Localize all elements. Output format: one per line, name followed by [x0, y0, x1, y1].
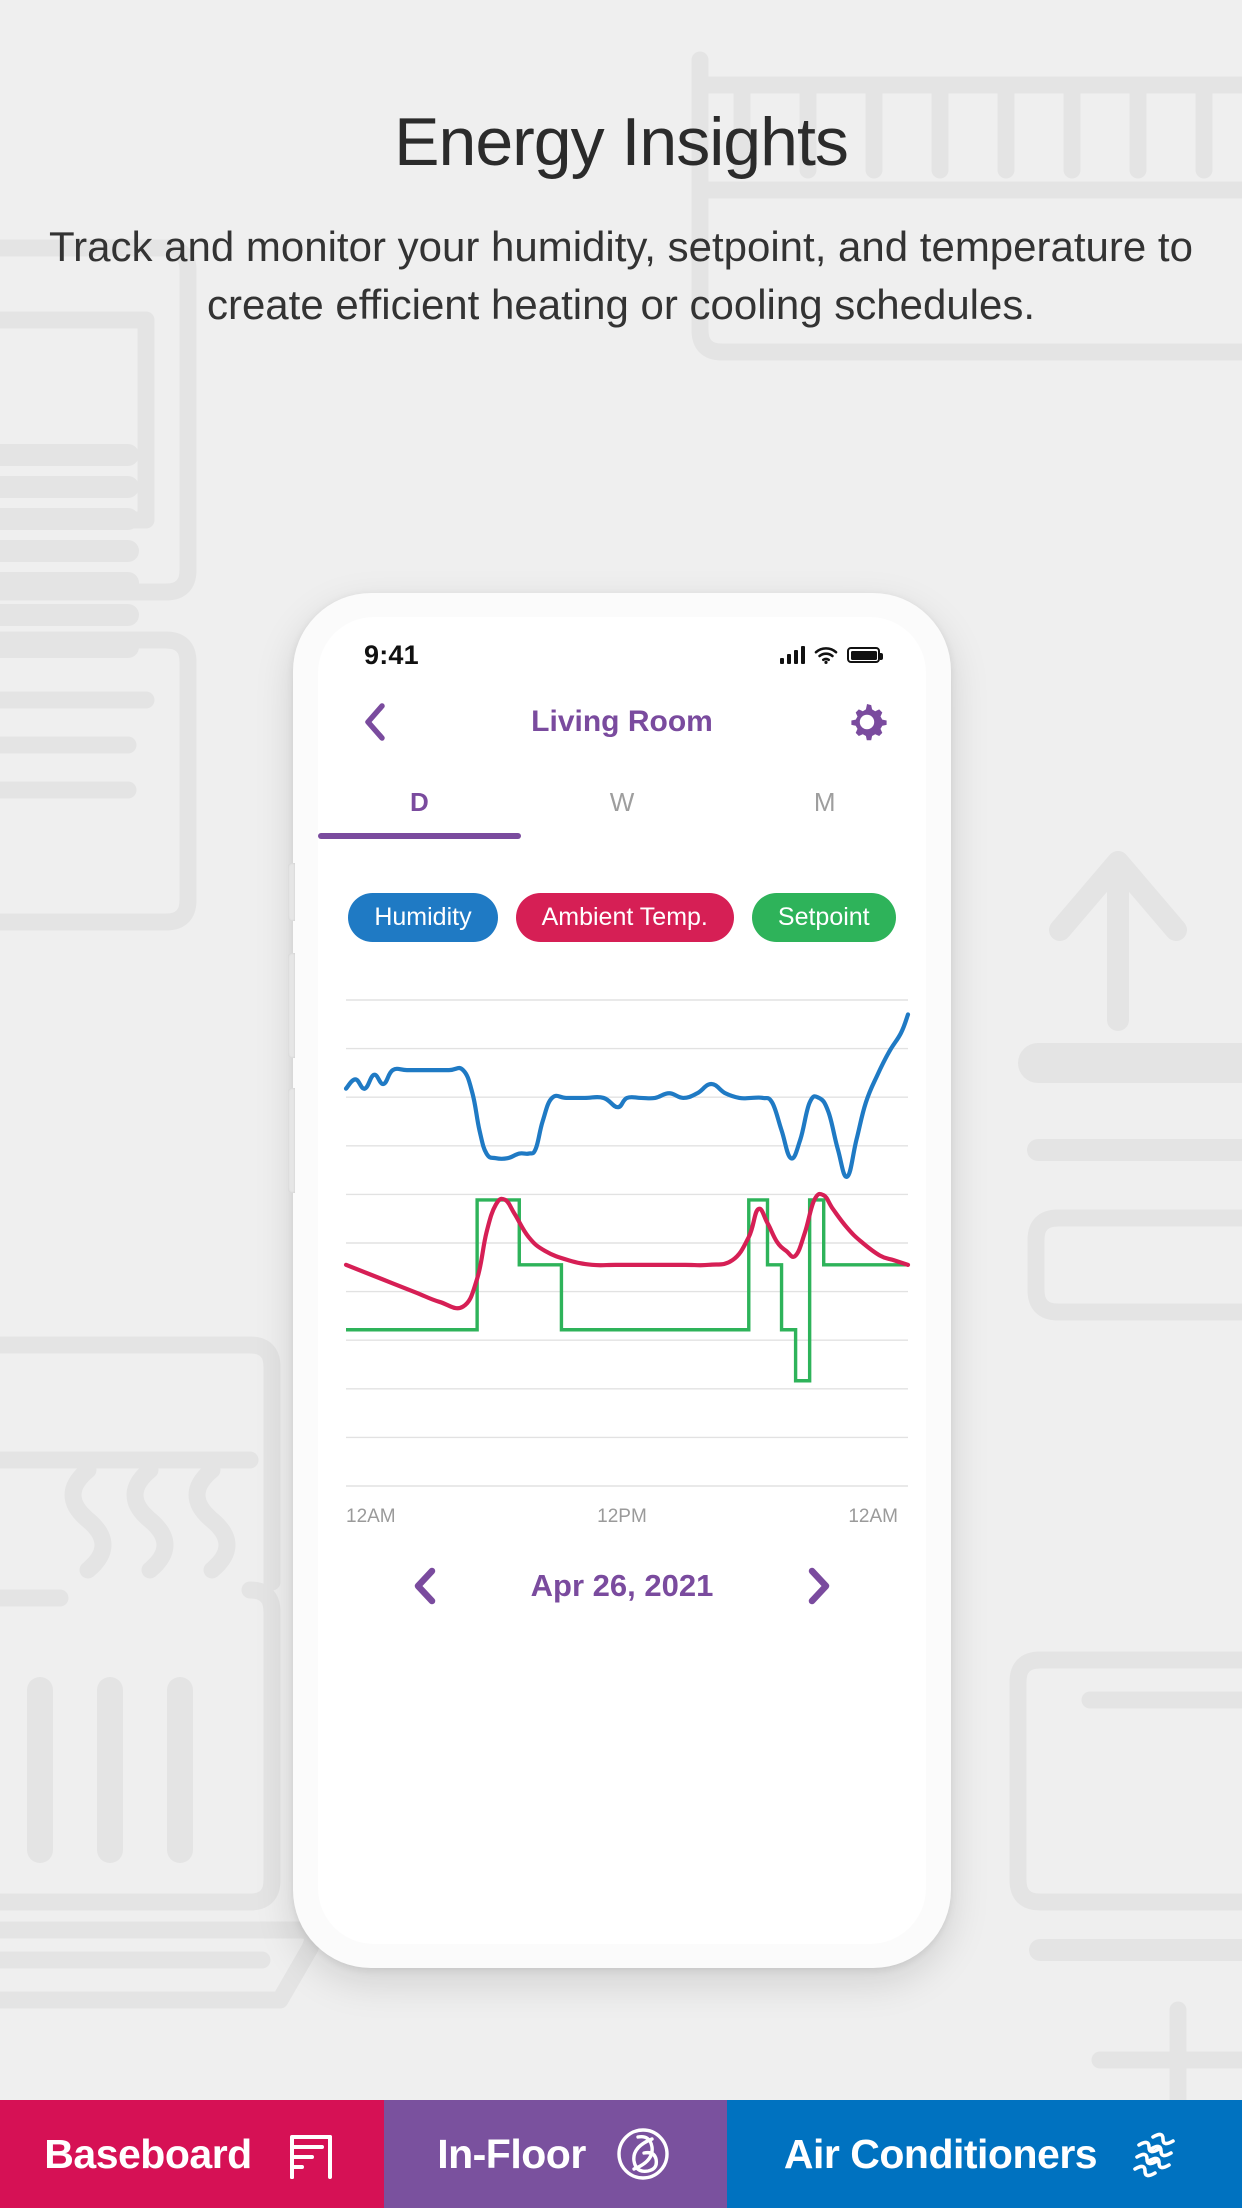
cellular-signal-icon [780, 646, 805, 664]
in-floor-coil-icon [617, 2128, 669, 2180]
page-title: Energy Insights [394, 104, 849, 180]
battery-full-icon [847, 647, 883, 663]
app-navbar: Living Room [318, 679, 926, 765]
screen-title: Living Room [531, 705, 713, 738]
x-tick-start: 12AM [346, 1506, 396, 1527]
previous-date-button[interactable] [405, 1566, 445, 1606]
status-bar: 9:41 [318, 617, 926, 679]
gear-icon [851, 704, 887, 741]
next-date-button[interactable] [799, 1566, 839, 1606]
bottom-bar-air-conditioners-label: Air Conditioners [783, 2130, 1098, 2177]
phone-mockup: 9:41 Living Room D W M Humidity Ambient … [288, 593, 951, 1968]
settings-button[interactable] [842, 697, 892, 747]
chevron-left-icon [414, 1567, 435, 1605]
tab-week[interactable]: W [521, 765, 724, 839]
airflow-watermark-right [1018, 851, 1242, 1321]
chevron-right-icon [809, 1567, 830, 1605]
bottom-bar-in-floor-label: In-Floor [437, 2130, 586, 2177]
bottom-bar-in-floor[interactable]: In-Floor [384, 2100, 727, 2208]
bottom-bar-baseboard-label: Baseboard [44, 2130, 252, 2177]
air-flow-icon [1133, 2132, 1175, 2178]
phone-volume-down-button[interactable] [288, 1088, 295, 1193]
bottom-category-bar: Baseboard In-Floor Air Conditioners [0, 2100, 1242, 2208]
legend-pill-humidity[interactable]: Humidity [348, 893, 498, 942]
heater-watermark-left [0, 1336, 321, 2009]
wifi-icon [814, 647, 838, 664]
x-tick-end: 12AM [848, 1506, 898, 1527]
baseboard-heater-icon [289, 2135, 332, 2179]
chevron-left-icon [365, 703, 385, 741]
tab-week-label: W [609, 786, 635, 817]
tab-month-label: M [813, 786, 836, 817]
bottom-bar-air-conditioners[interactable]: Air Conditioners [727, 2100, 1242, 2208]
tab-day-label: D [409, 786, 429, 817]
page-subtitle: Track and monitor your humidity, setpoin… [49, 223, 1193, 328]
status-bar-clock: 9:41 [364, 639, 419, 670]
back-button[interactable] [352, 699, 398, 745]
energy-line-chart [343, 999, 911, 1487]
hero-section: Energy Insights Track and monitor your h… [0, 0, 1242, 334]
bottom-bar-baseboard[interactable]: Baseboard [0, 2100, 384, 2208]
x-tick-mid: 12PM [597, 1506, 647, 1527]
tab-day[interactable]: D [318, 765, 521, 839]
current-date-label: Apr 26, 2021 [530, 1568, 714, 1603]
legend-pill-setpoint[interactable]: Setpoint [751, 893, 896, 942]
chart-x-axis: 12AM 12PM 12AM [318, 1496, 926, 1528]
tab-month[interactable]: M [723, 765, 926, 839]
phone-mute-switch[interactable] [288, 863, 295, 921]
series-humidity-line [343, 1012, 911, 1179]
series-setpoint-line [346, 1198, 908, 1383]
chart-area: 12AM 12PM 12AM [318, 976, 926, 1528]
appliance-watermark-right [1009, 1651, 1242, 2141]
legend-pill-ambient-temp[interactable]: Ambient Temp. [515, 893, 734, 942]
phone-volume-up-button[interactable] [288, 953, 295, 1058]
chart-legend: Humidity Ambient Temp. Setpoint [318, 893, 926, 942]
period-tabs: D W M [318, 765, 926, 839]
date-navigation: Apr 26, 2021 [318, 1566, 926, 1606]
document-watermark-left [0, 239, 197, 931]
phone-screen: 9:41 Living Room D W M Humidity Ambient … [318, 617, 926, 1944]
